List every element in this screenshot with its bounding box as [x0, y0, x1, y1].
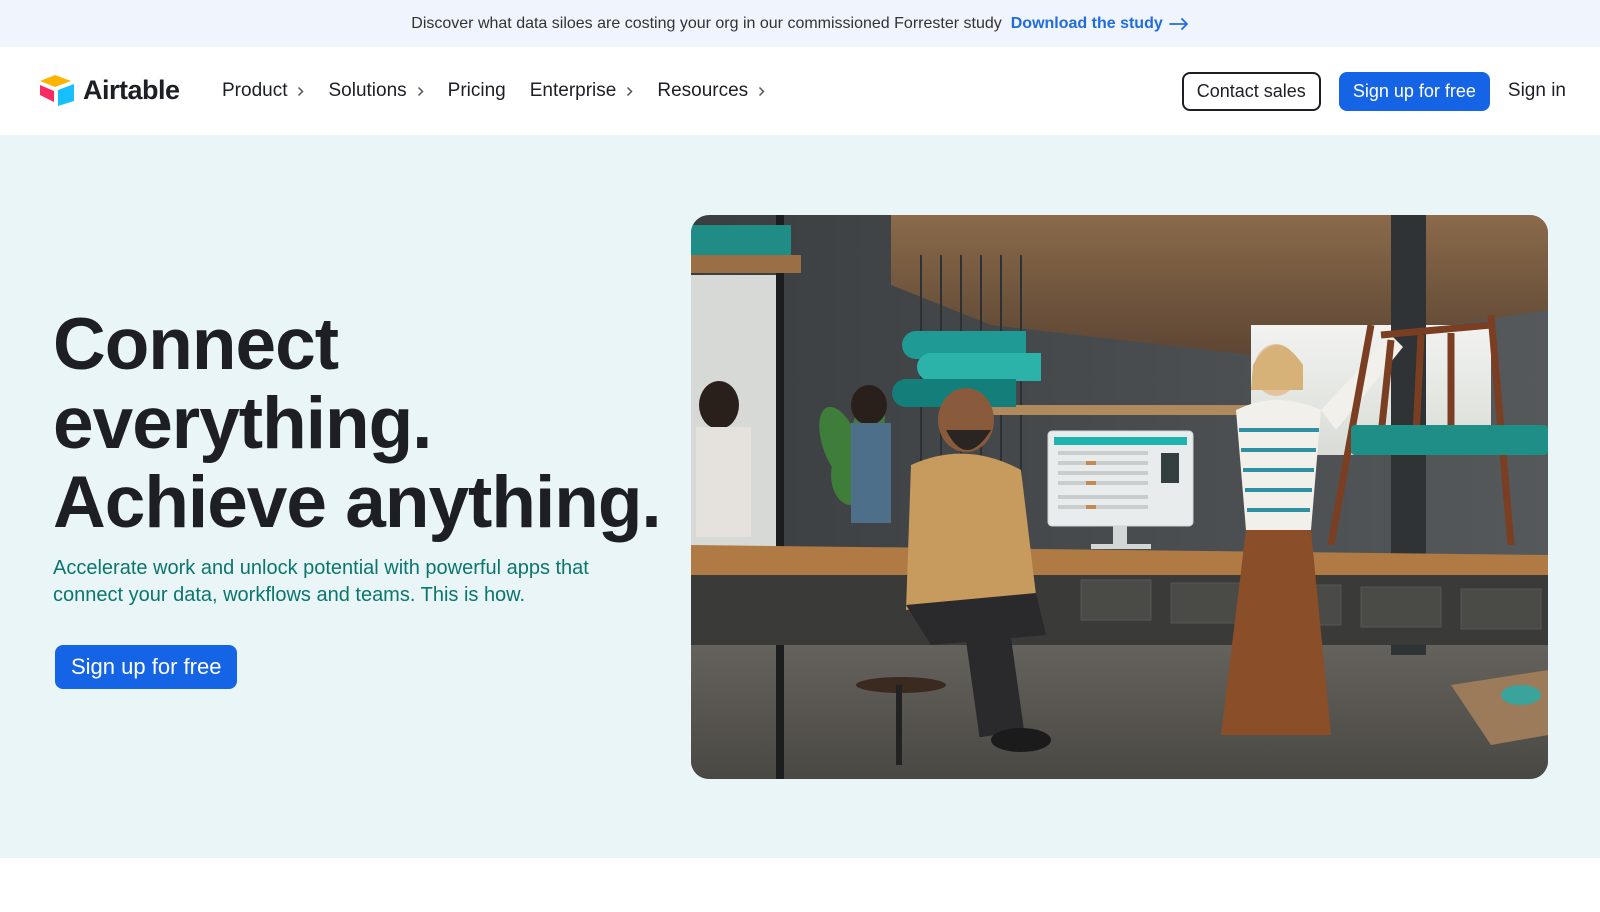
- hero-signup-button[interactable]: Sign up for free: [55, 645, 238, 689]
- airtable-logo-icon: [40, 75, 74, 106]
- nav-item-enterprise[interactable]: Enterprise: [530, 80, 634, 102]
- hero-title-line: everything.: [53, 383, 432, 464]
- hero-photo: [691, 215, 1548, 779]
- sign-in-link[interactable]: Sign in: [1508, 80, 1566, 102]
- announcement-text: Discover what data siloes are costing yo…: [411, 14, 1002, 32]
- nav-item-pricing[interactable]: Pricing: [448, 80, 506, 102]
- nav-item-label: Enterprise: [529, 80, 617, 101]
- nav-item-product[interactable]: Product: [222, 80, 305, 102]
- nav-item-label: Pricing: [447, 80, 506, 101]
- announcement-bar: Discover what data siloes are costing yo…: [0, 0, 1600, 47]
- header-actions: Contact sales Sign up for free Sign in: [1181, 47, 1566, 135]
- nav-item-label: Solutions: [328, 80, 407, 101]
- hero-title-line: Achieve anything.: [53, 462, 662, 543]
- hero-subtitle: Accelerate work and unlock potential wit…: [53, 557, 589, 606]
- brand-name: Airtable: [83, 74, 180, 105]
- hero-title: Connect everything. Achieve anything.: [53, 304, 662, 543]
- chevron-right-icon: [417, 86, 424, 97]
- nav-item-label: Product: [222, 80, 288, 101]
- download-study-label: Download the study: [1010, 14, 1163, 32]
- arrow-right-icon: [1168, 17, 1188, 30]
- download-study-link[interactable]: Download the study: [1011, 15, 1189, 33]
- chevron-right-icon: [758, 86, 765, 97]
- hero-section: Connect everything. Achieve anything. Ac…: [0, 135, 1600, 858]
- airtable-logo[interactable]: Airtable: [38, 74, 180, 106]
- nav-item-resources[interactable]: Resources: [657, 80, 765, 102]
- hero-title-line: Connect: [53, 304, 339, 385]
- chevron-right-icon: [297, 86, 305, 97]
- office-scene-illustration: [691, 215, 1548, 779]
- header-signup-button[interactable]: Sign up for free: [1338, 71, 1490, 111]
- nav-item-label: Resources: [657, 80, 749, 101]
- chevron-right-icon: [626, 86, 633, 97]
- nav-item-solutions[interactable]: Solutions: [328, 80, 424, 102]
- main-nav: Product Solutions Pricing Enterprise Res…: [222, 47, 789, 135]
- site-header: Airtable Product Solutions Pricing Enter…: [0, 47, 1600, 135]
- contact-sales-button[interactable]: Contact sales: [1181, 71, 1321, 111]
